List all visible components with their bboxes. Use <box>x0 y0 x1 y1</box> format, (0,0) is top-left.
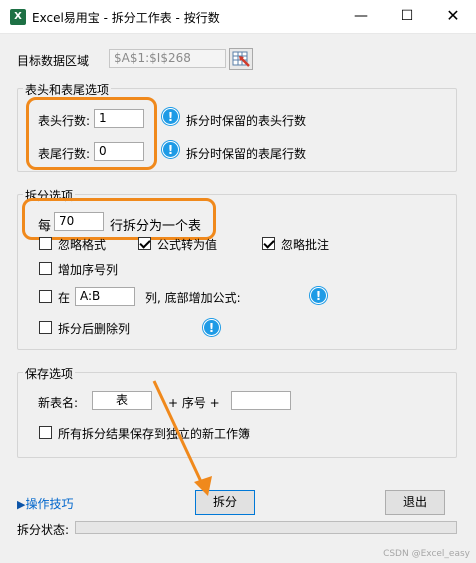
annotation-arrow <box>152 380 212 496</box>
watermark: CSDN @Excel_easy <box>383 549 470 559</box>
